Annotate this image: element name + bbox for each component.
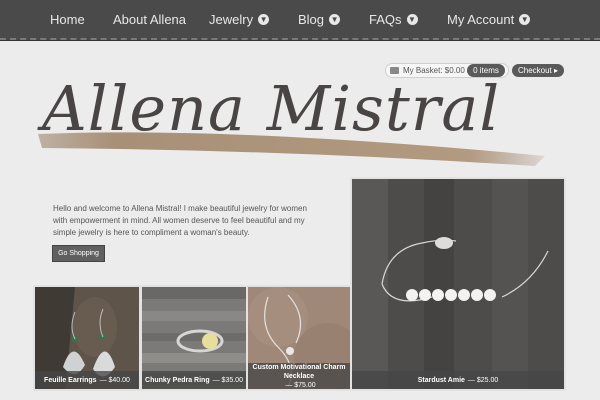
logo-wordmark: Allena Mistral: [37, 72, 500, 145]
product-card-feuille-earrings[interactable]: Feuille Earrings — $40.00: [33, 285, 141, 391]
nav-home-label: Home: [50, 12, 85, 27]
product-caption: Feuille Earrings — $40.00: [35, 371, 139, 389]
product-name: Stardust Amie: [417, 376, 465, 384]
nav-about-allena[interactable]: About Allena: [113, 0, 186, 40]
welcome-text: Hello and welcome to Allena Mistral! I m…: [53, 204, 307, 237]
product-card-stardust-amie[interactable]: Stardust Amie — $25.00: [350, 177, 566, 391]
main-navigation: Home About Allena Jewelry ▼ Blog ▼ FAQs ▼ M…: [0, 0, 600, 40]
product-caption: Chunky Pedra Ring — $35.00: [142, 371, 246, 389]
product-caption: Custom Motivational Charm Necklace — $75.…: [248, 363, 350, 389]
product-name: Chunky Pedra Ring: [145, 376, 210, 384]
logo-artwork: Allena Mistral: [37, 72, 545, 166]
nav-account-label: My Account: [447, 12, 515, 27]
go-shopping-button[interactable]: Go Shopping: [52, 245, 105, 262]
nav-jewelry[interactable]: Jewelry ▼: [209, 0, 270, 40]
product-caption: Stardust Amie — $25.00: [352, 371, 564, 389]
chevron-down-icon: ▼: [258, 14, 270, 26]
product-name: Custom Motivational Charm Necklace: [252, 363, 346, 380]
product-price: — $40.00: [99, 376, 130, 384]
product-price: — $35.00: [212, 376, 243, 384]
chevron-down-icon: ▼: [329, 14, 341, 26]
product-name: Feuille Earrings: [44, 376, 97, 384]
product-card-chunky-pedra-ring[interactable]: Chunky Pedra Ring — $35.00: [140, 285, 248, 391]
nav-about-label: About Allena: [113, 12, 187, 27]
nav-blog-label: Blog: [298, 12, 325, 27]
nav-home[interactable]: Home: [50, 0, 85, 40]
nav-blog[interactable]: Blog ▼: [298, 0, 341, 40]
site-logo[interactable]: Allena Mistral: [30, 60, 560, 180]
product-card-charm-necklace[interactable]: Custom Motivational Charm Necklace — $75.…: [246, 285, 352, 391]
chevron-down-icon: ▼: [406, 14, 418, 26]
nav-faqs[interactable]: FAQs ▼: [369, 0, 418, 40]
nav-jewelry-label: Jewelry: [209, 12, 254, 27]
nav-my-account[interactable]: My Account ▼: [447, 0, 531, 40]
product-price: — $25.00: [467, 376, 499, 384]
product-image: [352, 179, 564, 389]
chevron-down-icon: ▼: [519, 14, 531, 26]
product-price: — $75.00: [285, 381, 316, 389]
nav-faqs-label: FAQs: [369, 12, 402, 27]
